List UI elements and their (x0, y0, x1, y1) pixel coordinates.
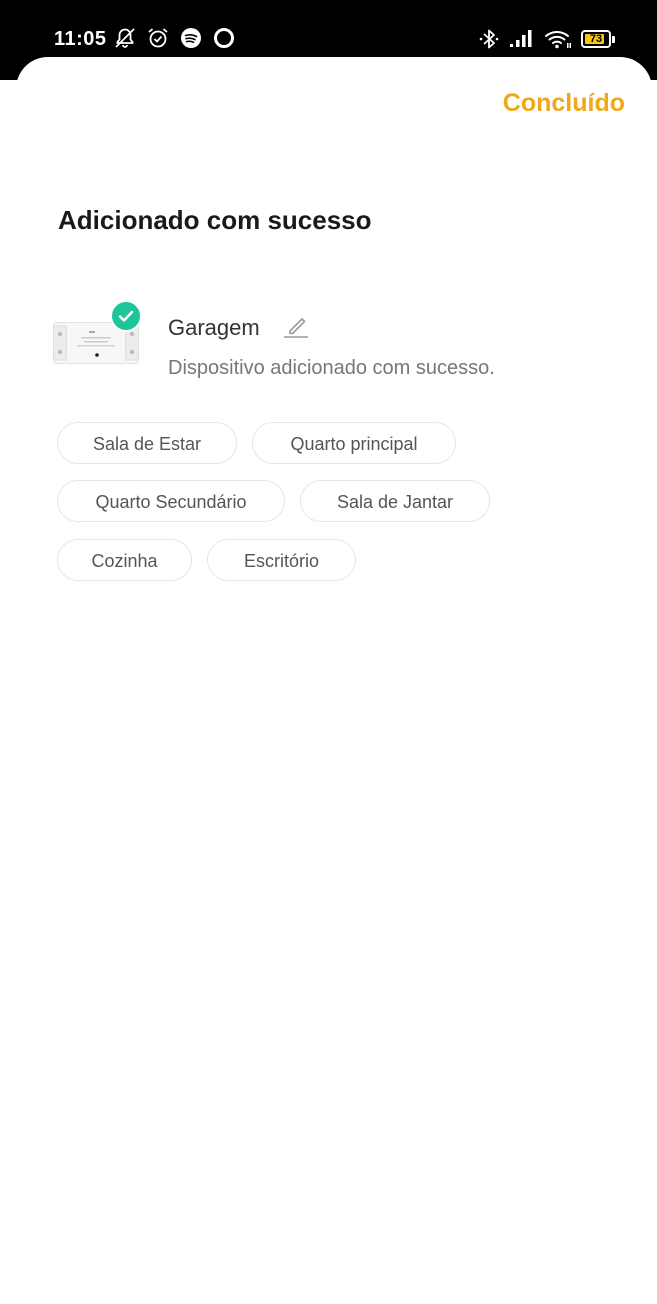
status-right-icons: 73 (469, 27, 615, 51)
status-time: 11:05 (54, 28, 107, 50)
wifi-icon (545, 31, 571, 49)
bottom-sheet (16, 57, 652, 1304)
room-chip-escritorio[interactable]: Escritório (207, 539, 356, 581)
check-mark-icon (118, 310, 134, 322)
success-message: Dispositivo adicionado com sucesso. (168, 357, 495, 379)
room-chip-sala-de-jantar[interactable]: Sala de Jantar (300, 480, 490, 522)
success-check-icon (110, 300, 142, 332)
page-title: Adicionado com sucesso (58, 205, 372, 235)
done-button[interactable]: Concluído (503, 89, 625, 118)
room-chip-quarto-secundario[interactable]: Quarto Secundário (57, 480, 285, 522)
device-name: Garagem (168, 315, 260, 340)
notifications-off-icon (115, 28, 135, 48)
cellular-signal-icon (510, 30, 532, 47)
bluetooth-icon (479, 29, 499, 49)
room-chip-cozinha[interactable]: Cozinha (57, 539, 192, 581)
room-chip-sala-de-estar[interactable]: Sala de Estar (57, 422, 237, 464)
battery-indicator: 73 (581, 30, 615, 48)
alarm-icon (148, 28, 168, 48)
battery-cap (612, 36, 615, 43)
circle-app-icon (214, 28, 234, 48)
battery-level: 73 (589, 33, 603, 45)
pencil-edit-icon[interactable] (282, 313, 310, 339)
room-chip-quarto-principal[interactable]: Quarto principal (252, 422, 456, 464)
spotify-icon (181, 28, 201, 48)
status-left-icons (113, 26, 245, 50)
